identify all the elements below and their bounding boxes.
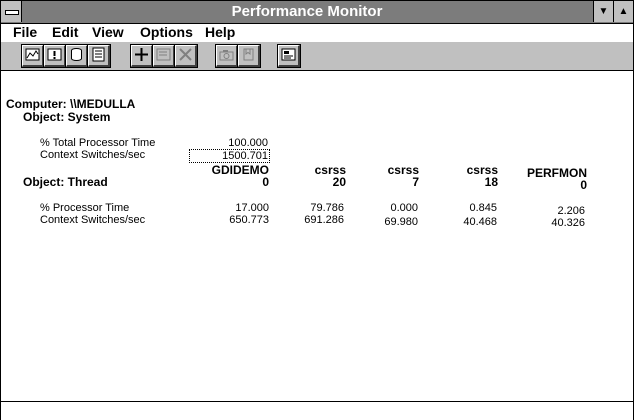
thread-counter-processor-time: % Processor Time (40, 202, 130, 214)
object-thread-label: Object: Thread (23, 175, 108, 189)
thread-value: 69.980 (384, 216, 418, 228)
maximize-icon: ▲ (618, 6, 629, 17)
options-icon (281, 48, 296, 61)
menu-help[interactable]: Help (205, 24, 235, 40)
delete-counter-button[interactable] (174, 44, 198, 68)
add-counter-icon (135, 48, 148, 61)
column-instance: 0 (580, 178, 587, 192)
report-view-icon (92, 47, 105, 62)
thread-value: 2.206 (557, 205, 585, 217)
bookmark-button[interactable] (237, 44, 261, 68)
title-bar[interactable]: Performance Monitor ▼ ▲ (1, 1, 633, 24)
system-menu-button[interactable] (1, 1, 22, 22)
menu-edit[interactable]: Edit (52, 24, 78, 40)
system-menu-icon (5, 10, 19, 15)
thread-value: 650.773 (229, 214, 269, 226)
edit-counter-icon (156, 48, 171, 61)
column-instance: 18 (484, 175, 498, 189)
performance-monitor-window: Performance Monitor ▼ ▲ File Edit View O… (0, 0, 634, 420)
thread-value: 0.845 (469, 202, 497, 214)
log-view-icon (71, 48, 82, 61)
minimize-icon: ▼ (598, 6, 609, 17)
update-now-button[interactable] (215, 44, 239, 68)
thread-value: 40.468 (463, 216, 497, 228)
sys-value-context-switches[interactable]: 1500.701 (189, 149, 270, 163)
thread-value: 691.286 (304, 214, 344, 226)
chart-view-icon (25, 48, 40, 61)
window-title: Performance Monitor (231, 3, 383, 20)
sys-value-total-processor: 100.000 (228, 137, 268, 149)
update-now-icon (219, 50, 234, 61)
alert-view-icon (47, 48, 62, 61)
thread-value: 17.000 (235, 202, 269, 214)
sys-counter-context-switches: Context Switches/sec (40, 149, 146, 161)
report-view-button[interactable] (87, 44, 111, 68)
bookmark-icon (243, 48, 254, 61)
status-bar (1, 401, 633, 420)
column-instance: 0 (262, 175, 269, 189)
menu-options[interactable]: Options (140, 24, 193, 40)
column-instance: 20 (332, 175, 346, 189)
options-button[interactable] (277, 44, 301, 68)
thread-value: 79.786 (310, 202, 344, 214)
maximize-button[interactable]: ▲ (613, 1, 633, 22)
delete-counter-icon (179, 48, 192, 61)
add-counter-button[interactable] (130, 44, 154, 68)
chart-view-button[interactable] (21, 44, 45, 68)
thread-value: 0.000 (390, 202, 418, 214)
sys-counter-total-processor: % Total Processor Time (40, 137, 156, 149)
alert-view-button[interactable] (43, 44, 67, 68)
log-view-button[interactable] (65, 44, 89, 68)
menu-view[interactable]: View (92, 24, 124, 40)
computer-label: Computer: \\MEDULLA (6, 97, 136, 111)
object-system-label: Object: System (23, 110, 111, 124)
column-instance: 7 (412, 175, 419, 189)
report-view: Computer: \\MEDULLA Object: System % Tot… (1, 71, 633, 401)
minimize-button[interactable]: ▼ (593, 1, 613, 22)
toolbar (1, 42, 633, 71)
thread-value: 40.326 (551, 217, 585, 229)
menu-file[interactable]: File (13, 24, 37, 40)
menu-bar: File Edit View Options Help (1, 23, 633, 43)
edit-counter-button[interactable] (152, 44, 176, 68)
thread-counter-context-switches: Context Switches/sec (40, 214, 146, 226)
